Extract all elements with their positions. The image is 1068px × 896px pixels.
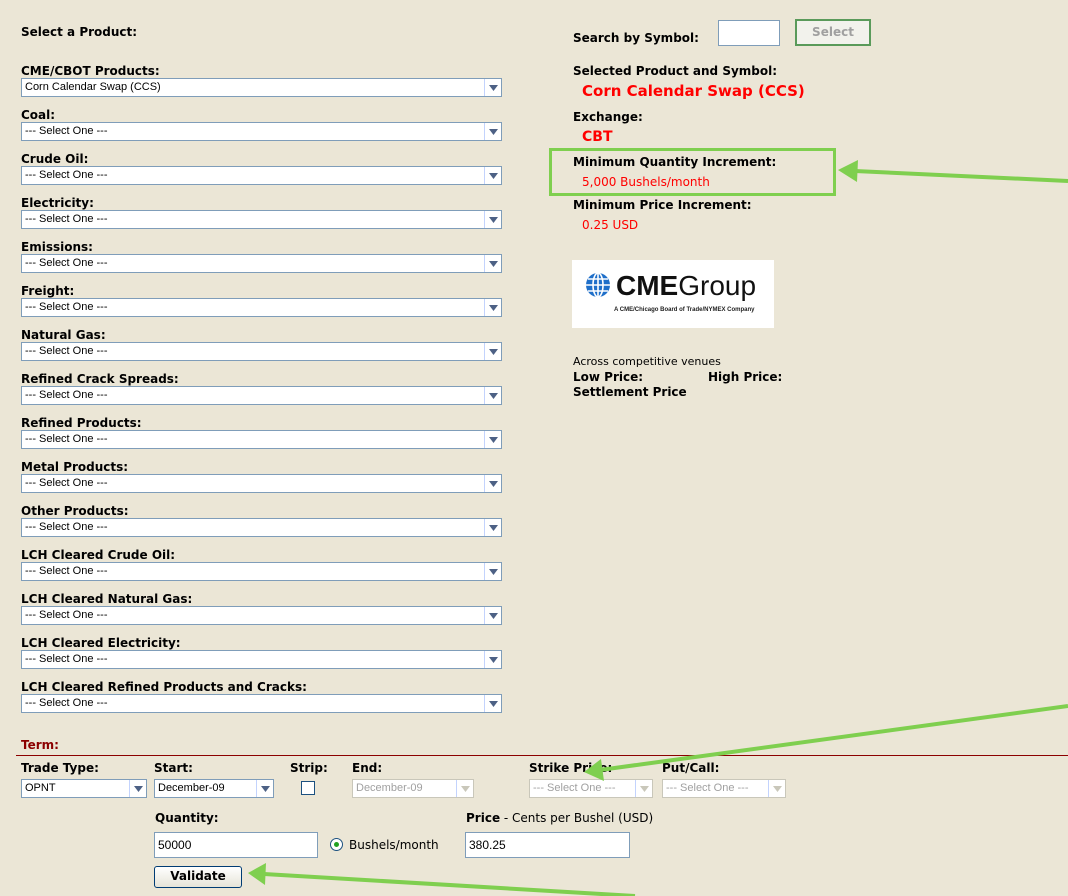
- arrow-to-strike-price: [584, 704, 1068, 781]
- annotation-arrows: [248, 160, 1068, 896]
- arrow-to-min-qty: [838, 160, 1068, 183]
- arrow-to-validate: [248, 863, 636, 896]
